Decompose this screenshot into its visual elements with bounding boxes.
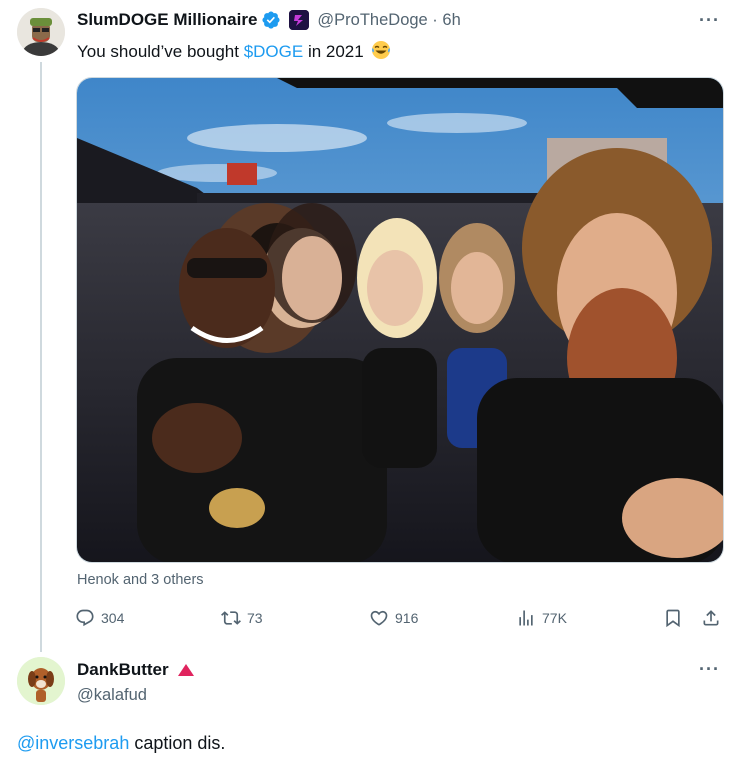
like-count: 916 (395, 610, 419, 626)
cashtag-link[interactable]: $DOGE (244, 42, 304, 61)
reply-button[interactable]: 304 (75, 604, 124, 632)
views-icon (519, 610, 533, 626)
tagged-users-link[interactable]: Henok and 3 others (77, 572, 204, 588)
thread-connector-line (40, 62, 42, 652)
author-avatar[interactable] (17, 8, 65, 56)
face-with-tears-of-joy-icon (372, 41, 391, 59)
retweet-icon (221, 611, 241, 625)
like-button[interactable]: 916 (369, 604, 418, 632)
retweet-count: 73 (247, 610, 263, 626)
heart-icon (370, 610, 388, 626)
tweet-action-bar: 304 73 916 77K (75, 604, 725, 632)
reply-more-options-icon[interactable]: ··· (699, 659, 720, 680)
tweet-text: You should’ve bought $DOGE in 2021 (77, 40, 391, 62)
tweet-text-before: You should’ve bought (77, 42, 244, 61)
reply-text: @inversebrah caption dis. (17, 733, 225, 754)
bookmark-button[interactable] (663, 604, 683, 632)
share-button[interactable] (701, 604, 721, 632)
tweet-text-after: in 2021 (303, 42, 364, 61)
tweet-photo[interactable] (76, 77, 724, 563)
views-count: 77K (542, 610, 567, 626)
mention-link[interactable]: @inversebrah (17, 733, 129, 753)
tweet-header: SlumDOGE Millionaire @ProTheDoge · 6h (77, 8, 461, 32)
reply-header: DankButter (77, 660, 194, 680)
reply-author-avatar[interactable] (17, 657, 65, 705)
reply-display-name[interactable]: DankButter (77, 660, 169, 680)
views-button[interactable]: 77K (516, 604, 567, 632)
share-icon (703, 610, 719, 626)
reply-handle[interactable]: @kalafud (77, 686, 147, 705)
verified-badge-icon[interactable] (261, 10, 281, 30)
reply-text-body: caption dis. (129, 733, 226, 753)
reply-icon (76, 609, 94, 627)
reply-count: 304 (101, 610, 125, 626)
retweet-button[interactable]: 73 (221, 604, 263, 632)
more-options-icon[interactable]: ··· (699, 10, 720, 31)
author-handle-and-time[interactable]: @ProTheDoge · 6h (317, 11, 460, 30)
author-display-name[interactable]: SlumDOGE Millionaire (77, 10, 257, 30)
affiliate-badge-icon[interactable] (289, 10, 310, 30)
bookmark-icon (666, 609, 680, 628)
triangle-badge-icon (177, 664, 194, 676)
